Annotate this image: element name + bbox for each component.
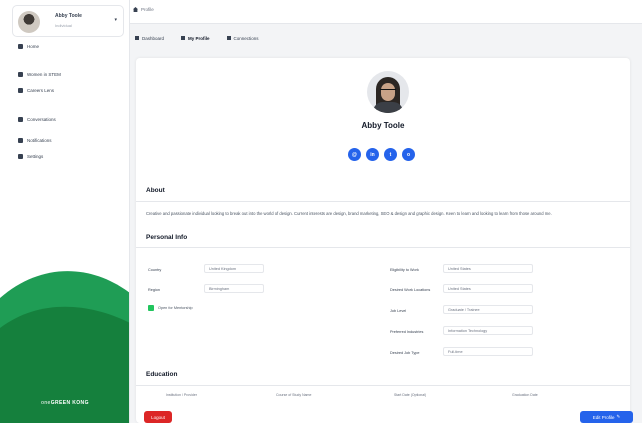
- country-field[interactable]: United Kingdom: [204, 264, 264, 273]
- bell-icon: [18, 137, 23, 143]
- logout-button[interactable]: Logout: [144, 411, 172, 423]
- twitter-icon[interactable]: t: [384, 148, 397, 161]
- user-icon: [181, 36, 186, 40]
- brand-logo: oneGREEN KONG: [41, 400, 89, 406]
- field-label: Eligibility to Work: [390, 268, 419, 272]
- field-label: Desired Work Locations: [390, 288, 431, 292]
- linkedin-icon[interactable]: in: [366, 148, 379, 161]
- breadcrumb-label: Profile: [141, 7, 154, 12]
- home-icon: [18, 43, 23, 49]
- field-label: Region: [148, 288, 161, 292]
- divider: [136, 385, 630, 386]
- user-name: Abby Toole: [55, 13, 82, 19]
- user-role: Individual: [55, 23, 72, 28]
- breadcrumb[interactable]: Profile: [133, 7, 154, 12]
- divider: [136, 201, 630, 202]
- instagram-icon[interactable]: o: [402, 148, 415, 161]
- tab-connections[interactable]: Connections: [226, 35, 259, 41]
- region-field[interactable]: Birmingham: [204, 284, 264, 293]
- sidebar-item-notifications[interactable]: Notifications: [18, 135, 52, 145]
- sidebar-item-women-in-stem[interactable]: Women in STEM: [18, 69, 61, 79]
- pencil-icon: ✎: [616, 414, 621, 419]
- tab-label: Dashboard: [142, 35, 165, 41]
- sidebar: Abby Toole Individual ▾ Home Women in ST…: [0, 0, 130, 423]
- sidebar-item-label: Conversations: [27, 116, 56, 122]
- sidebar-item-conversations[interactable]: Conversations: [18, 114, 56, 124]
- education-title: Education: [146, 371, 178, 378]
- edit-profile-button[interactable]: Edit Profile ✎: [580, 411, 633, 423]
- green-wave-decoration: [0, 271, 129, 423]
- job-level-field[interactable]: Graduate / Trainee: [443, 305, 533, 314]
- edit-profile-label: Edit Profile: [592, 414, 615, 420]
- about-text: Creative and passionate individual looki…: [146, 211, 552, 216]
- field-label: Desired Job Type: [390, 351, 420, 355]
- social-links: @ in t o: [348, 148, 420, 161]
- education-col-header: Graduation Date: [512, 393, 538, 397]
- tab-my-profile[interactable]: My Profile: [181, 36, 210, 41]
- user-switcher[interactable]: Abby Toole Individual ▾: [12, 5, 124, 37]
- divider: [136, 247, 630, 248]
- connections-icon: [226, 36, 231, 40]
- dashboard-icon: [135, 36, 139, 40]
- job-type-field[interactable]: Full-time: [443, 347, 533, 356]
- sidebar-item-settings[interactable]: Settings: [18, 151, 43, 161]
- mentorship-checkbox[interactable]: [148, 305, 154, 311]
- sidebar-item-label: Women in STEM: [27, 71, 61, 77]
- tab-label: My Profile: [188, 35, 210, 41]
- email-icon[interactable]: @: [348, 148, 361, 161]
- tab-label: Connections: [233, 35, 259, 41]
- education-col-header: Institution / Provider: [166, 393, 197, 397]
- gear-icon: [18, 153, 23, 159]
- work-locations-field[interactable]: United States: [443, 284, 533, 293]
- chat-icon: [18, 116, 23, 122]
- education-col-header: Start Date (Optional): [394, 393, 427, 397]
- avatar: [18, 11, 40, 33]
- mentorship-label: Open for Mentorship: [158, 306, 193, 310]
- education-col-header: Course of Study Name: [276, 393, 312, 397]
- industries-field[interactable]: Information Technology: [443, 326, 533, 335]
- people-icon: [18, 71, 23, 77]
- tab-dashboard[interactable]: Dashboard: [135, 36, 164, 41]
- field-label: Preferred Industries: [390, 330, 424, 334]
- profile-name: Abby Toole: [361, 121, 405, 130]
- profile-tabs: Dashboard My Profile Connections: [135, 32, 276, 44]
- sidebar-item-careers-lens[interactable]: Careers Lens: [18, 85, 54, 95]
- eligibility-field[interactable]: United States: [443, 264, 533, 273]
- sidebar-item-label: Notifications: [27, 137, 52, 143]
- profile-card: Abby Toole @ in t o About Creative and p…: [136, 58, 630, 423]
- profile-avatar: [367, 71, 409, 113]
- about-title: About: [146, 187, 165, 194]
- chevron-down-icon: ▾: [114, 17, 117, 23]
- top-bar: Profile: [130, 0, 642, 24]
- sidebar-item-label: Careers Lens: [27, 87, 55, 93]
- sidebar-item-label: Settings: [27, 153, 44, 159]
- personal-info-title: Personal Info: [146, 234, 188, 241]
- field-label: Country: [148, 268, 162, 272]
- sidebar-item-home[interactable]: Home: [18, 41, 39, 51]
- home-icon: [133, 7, 138, 12]
- sidebar-item-label: Home: [27, 43, 40, 49]
- briefcase-icon: [18, 87, 23, 93]
- field-label: Job Level: [390, 309, 407, 313]
